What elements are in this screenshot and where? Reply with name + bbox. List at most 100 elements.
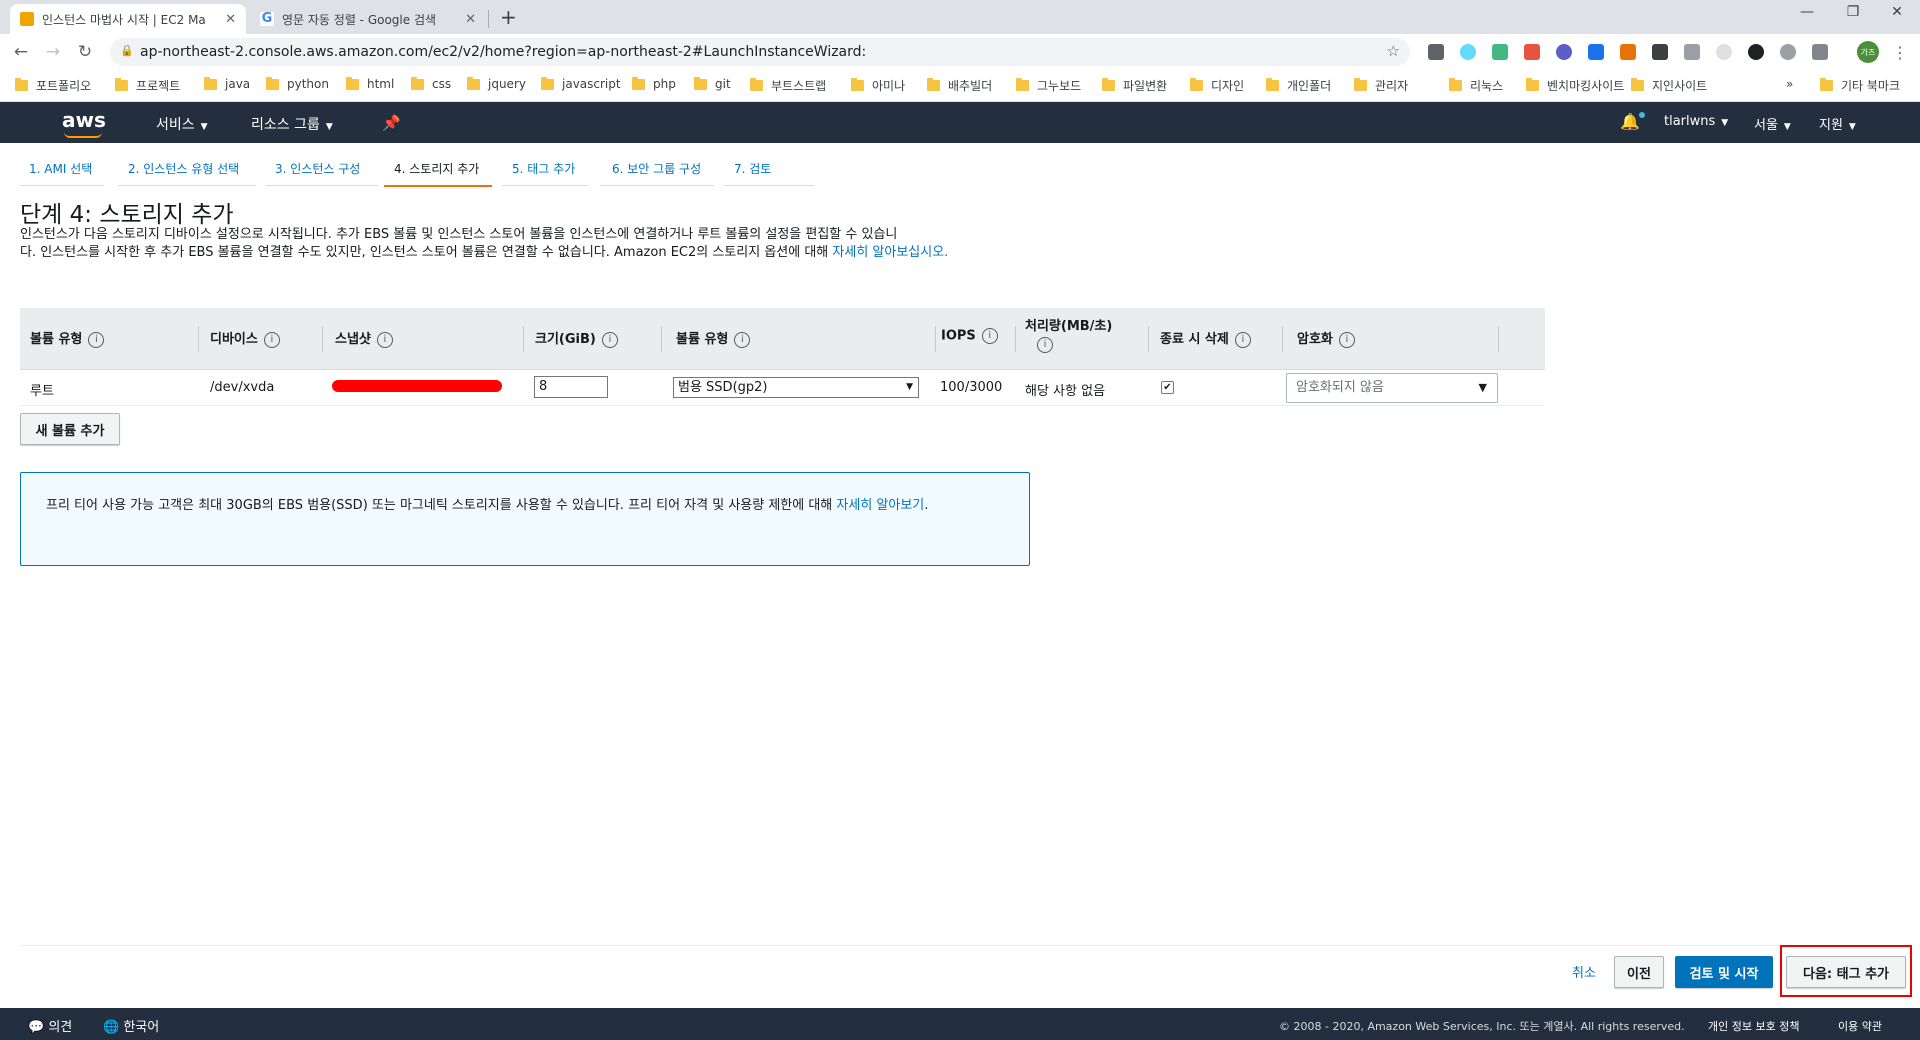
react-devtools-icon[interactable] <box>1460 44 1476 60</box>
extension-icon[interactable] <box>1652 44 1668 60</box>
close-icon[interactable]: ✕ <box>225 12 236 27</box>
info-icon[interactable]: i <box>1234 331 1251 348</box>
bookmark-folder[interactable]: 아미나 <box>851 77 905 94</box>
info-icon[interactable]: i <box>601 331 618 348</box>
region-menu[interactable]: 서울 ▼ <box>1754 114 1791 133</box>
volume-type-select[interactable]: 범용 SSD(gp2) ▼ <box>673 377 919 398</box>
bookmark-folder[interactable]: 관리자 <box>1354 77 1408 94</box>
forward-icon[interactable]: → <box>42 42 64 62</box>
camera-icon[interactable] <box>1684 44 1700 60</box>
info-icon[interactable]: i <box>88 331 105 348</box>
tab-ec2-wizard[interactable]: 인스턴스 마법사 시작 | EC2 Ma ✕ <box>10 4 246 34</box>
bookmark-folder[interactable]: 지인사이트 <box>1631 77 1707 94</box>
info-icon[interactable]: i <box>734 331 751 348</box>
bookmark-folder[interactable]: 리눅스 <box>1449 77 1503 94</box>
user-menu[interactable]: tlarlwns ▼ <box>1664 114 1728 129</box>
step-configure[interactable]: 3. 인스턴스 구성 <box>266 160 378 186</box>
aws-top-nav: aws 서비스 ▼ 리소스 그룹 ▼ 📌 🔔 tlarlwns ▼ 서울 ▼ 지원 ▼ <box>0 102 1920 143</box>
other-bookmarks[interactable]: 기타 북마크 <box>1820 77 1900 94</box>
extension-icon[interactable] <box>1524 44 1540 60</box>
info-icon[interactable]: i <box>1338 331 1355 348</box>
bookmark-folder[interactable]: 프로젝트 <box>115 77 180 94</box>
copyright-text: © 2008 - 2020, Amazon Web Services, Inc.… <box>1279 1020 1685 1033</box>
bookmark-folder[interactable]: 부트스트랩 <box>750 77 826 94</box>
language-selector[interactable]: 🌐 한국어 <box>103 1016 159 1035</box>
aws-logo[interactable]: aws <box>62 108 106 138</box>
support-menu[interactable]: 지원 ▼ <box>1819 114 1856 133</box>
column-divider <box>935 326 936 352</box>
folder-icon <box>1102 78 1115 91</box>
extension-icon[interactable] <box>1716 44 1732 60</box>
feedback-link[interactable]: 💬 의견 <box>28 1016 72 1035</box>
bookmark-folder[interactable]: html <box>346 76 394 91</box>
pin-icon[interactable]: 📌 <box>382 114 401 132</box>
step-instance-type[interactable]: 2. 인스턴스 유형 선택 <box>118 160 256 186</box>
info-icon[interactable]: i <box>981 328 998 344</box>
new-tab-icon[interactable]: + <box>500 5 517 29</box>
extension-icon[interactable] <box>1556 44 1572 60</box>
extension-icon[interactable] <box>1428 44 1444 60</box>
bookmark-folder[interactable]: 포트폴리오 <box>15 77 91 94</box>
extension-icon[interactable] <box>1780 44 1796 60</box>
delete-on-termination-checkbox[interactable]: ✔ <box>1161 381 1174 394</box>
col-delete-on-termination: 종료 시 삭제 i <box>1160 328 1251 348</box>
encryption-select[interactable]: 암호화되지 않음 ▼ <box>1286 373 1498 403</box>
info-icon[interactable]: i <box>263 331 280 348</box>
address-bar[interactable]: 🔒 ap-northeast-2.console.aws.amazon.com/… <box>110 38 1410 66</box>
lock-icon: 🔒 <box>120 44 134 57</box>
privacy-policy-link[interactable]: 개인 정보 보호 정책 <box>1708 1018 1799 1034</box>
step-security-group[interactable]: 6. 보안 그룹 구성 <box>600 160 714 186</box>
extension-icon[interactable] <box>1812 44 1828 60</box>
restore-icon[interactable]: ❐ <box>1830 4 1876 20</box>
bookmark-folder[interactable]: 그누보드 <box>1016 77 1081 94</box>
terms-link[interactable]: 이용 약관 <box>1838 1018 1882 1034</box>
cell-volume-type: 루트 <box>30 384 54 399</box>
extension-icon[interactable] <box>1588 44 1604 60</box>
bookmark-folder[interactable]: 벤치마킹사이트 <box>1526 77 1624 94</box>
bookmark-folder[interactable]: git <box>694 76 731 91</box>
vue-devtools-icon[interactable] <box>1492 44 1508 60</box>
browser-menu-icon[interactable]: ⋮ <box>1892 43 1908 62</box>
previous-button[interactable]: 이전 <box>1614 956 1664 988</box>
learn-more-storage-link[interactable]: 자세히 알아보십시오. <box>832 245 948 260</box>
tab-title: 인스턴스 마법사 시작 | EC2 Ma <box>42 12 206 27</box>
review-and-launch-button[interactable]: 검토 및 시작 <box>1675 956 1773 988</box>
resource-groups-menu[interactable]: 리소스 그룹 ▼ <box>251 114 333 134</box>
back-icon[interactable]: ← <box>10 42 32 62</box>
profile-avatar[interactable]: 가즈 <box>1857 41 1879 63</box>
tab-google-search[interactable]: G 영문 자동 정렬 - Google 검색 ✕ <box>250 4 486 34</box>
step-ami[interactable]: 1. AMI 선택 <box>20 160 104 186</box>
bookmark-folder[interactable]: javascript <box>541 76 621 91</box>
bookmark-folder[interactable]: 디자인 <box>1190 77 1244 94</box>
bookmark-folder[interactable]: java <box>204 76 250 91</box>
bookmark-folder[interactable]: jquery <box>467 76 526 91</box>
google-icon: G <box>260 11 274 26</box>
bookmark-folder[interactable]: 개인폴더 <box>1266 77 1331 94</box>
window-close-icon[interactable]: ✕ <box>1874 4 1920 20</box>
add-new-volume-button[interactable]: 새 볼륨 추가 <box>20 413 120 445</box>
step-review[interactable]: 7. 검토 <box>724 160 814 186</box>
free-tier-learn-more-link[interactable]: 자세히 알아보기 <box>836 498 924 513</box>
bookmark-folder[interactable]: php <box>632 76 676 91</box>
cancel-link[interactable]: 취소 <box>1572 962 1596 981</box>
info-icon[interactable]: i <box>1037 336 1053 353</box>
step-tags[interactable]: 5. 태그 추가 <box>502 160 588 186</box>
bookmark-folder[interactable]: css <box>411 76 451 91</box>
folder-icon <box>1820 78 1833 91</box>
bookmark-folder[interactable]: 파일변환 <box>1102 77 1167 94</box>
extension-icon[interactable] <box>1748 44 1764 60</box>
services-menu[interactable]: 서비스 ▼ <box>156 114 208 134</box>
bookmark-folder[interactable]: 배추빌더 <box>927 77 992 94</box>
bookmark-star-icon[interactable]: ☆ <box>1387 42 1400 60</box>
size-input[interactable]: 8 <box>534 376 608 398</box>
bookmark-folder[interactable]: python <box>266 76 329 91</box>
notification-bell-icon[interactable]: 🔔 <box>1620 112 1645 131</box>
footer-divider <box>20 945 1900 946</box>
info-icon[interactable]: i <box>376 331 393 348</box>
reload-icon[interactable]: ↻ <box>74 42 96 62</box>
close-icon[interactable]: ✕ <box>465 12 476 27</box>
bookmarks-overflow[interactable]: » <box>1786 77 1793 91</box>
minimize-icon[interactable]: — <box>1784 4 1830 20</box>
browser-toolbar: ← → ↻ 🔒 ap-northeast-2.console.aws.amazo… <box>0 34 1920 70</box>
extension-icon[interactable] <box>1620 44 1636 60</box>
